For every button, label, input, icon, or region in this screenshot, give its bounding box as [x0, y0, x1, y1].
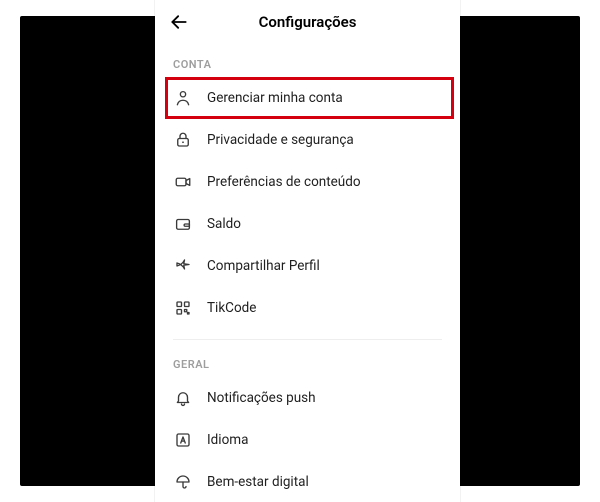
row-share-profile[interactable]: Compartilhar Perfil [155, 245, 460, 287]
row-digital-wellbeing[interactable]: Bem-estar digital [155, 461, 460, 502]
language-icon [173, 430, 193, 450]
row-label: Saldo [207, 216, 241, 232]
row-balance[interactable]: Saldo [155, 203, 460, 245]
arrow-left-icon [169, 12, 189, 32]
row-manage-account[interactable]: Gerenciar minha conta [165, 77, 454, 119]
row-label: Idioma [207, 432, 248, 448]
row-label: Privacidade e segurança [207, 132, 354, 148]
back-button[interactable] [169, 0, 189, 44]
share-icon [173, 256, 193, 276]
qrcode-icon [173, 298, 193, 318]
row-label: Bem-estar digital [207, 474, 309, 490]
section-label-conta: CONTA [155, 44, 460, 77]
section-divider [173, 339, 442, 340]
phone-screen: Configurações CONTA Gerenciar minha cont… [155, 0, 460, 502]
wallet-icon [173, 214, 193, 234]
row-push-notifications[interactable]: Notificações push [155, 377, 460, 419]
row-label: Preferências de conteúdo [207, 174, 361, 190]
person-icon [173, 88, 193, 108]
lock-icon [173, 130, 193, 150]
umbrella-icon [173, 472, 193, 492]
video-icon [173, 172, 193, 192]
section-label-geral: GERAL [155, 344, 460, 377]
row-label: Compartilhar Perfil [207, 258, 320, 274]
header-bar: Configurações [155, 0, 460, 44]
row-label: Notificações push [207, 390, 316, 406]
row-privacy[interactable]: Privacidade e segurança [155, 119, 460, 161]
row-content-prefs[interactable]: Preferências de conteúdo [155, 161, 460, 203]
row-language[interactable]: Idioma [155, 419, 460, 461]
bell-icon [173, 388, 193, 408]
row-label: TikCode [207, 300, 256, 316]
row-tikcode[interactable]: TikCode [155, 287, 460, 329]
page-title: Configurações [259, 13, 357, 31]
row-label: Gerenciar minha conta [207, 90, 343, 106]
